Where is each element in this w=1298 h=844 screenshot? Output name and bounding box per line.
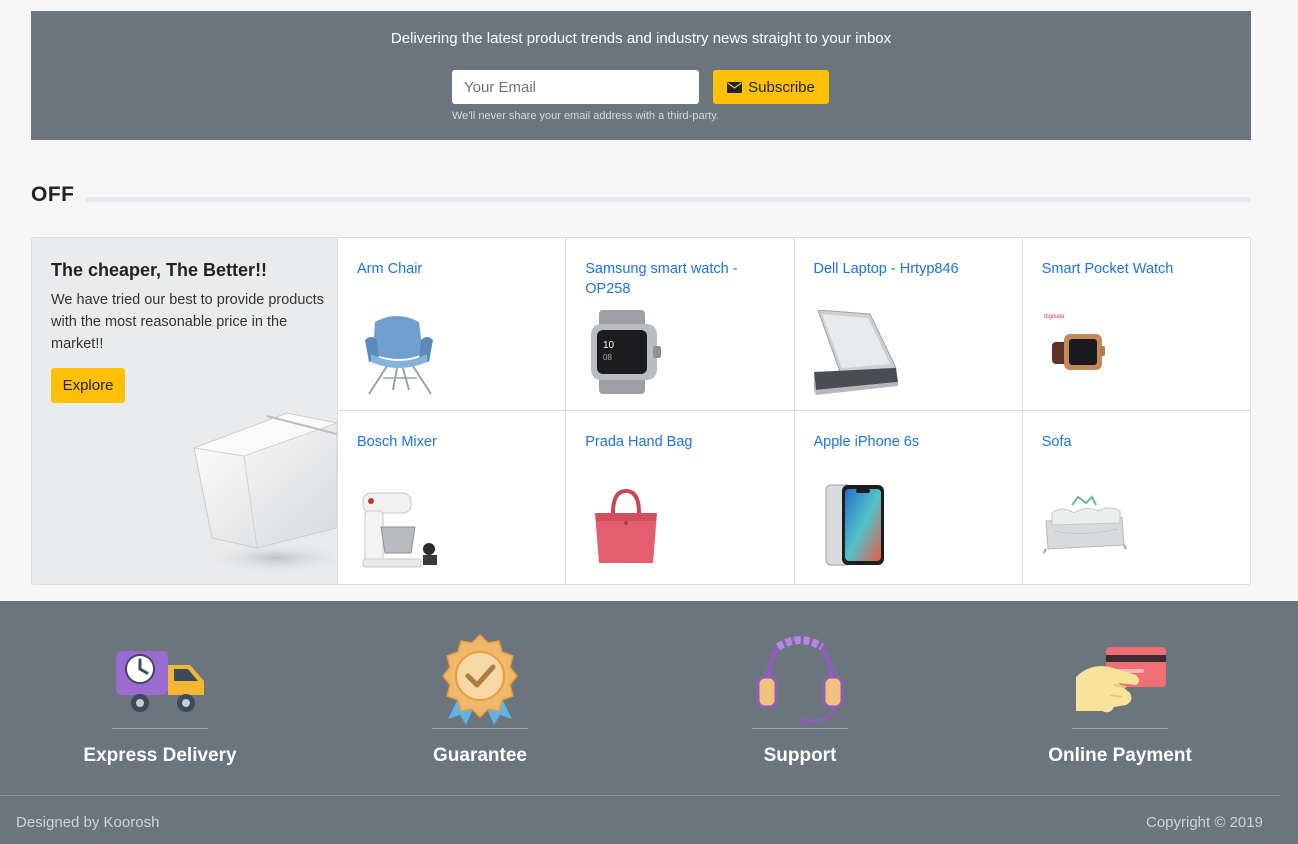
product-link[interactable]: Arm Chair bbox=[357, 259, 547, 279]
headset-icon bbox=[756, 636, 844, 725]
product-link[interactable]: Sofa bbox=[1042, 432, 1232, 452]
feature-rule bbox=[1072, 728, 1168, 729]
product-card[interactable]: Prada Hand Bag bbox=[565, 411, 794, 584]
feature-label: Online Payment bbox=[1048, 745, 1192, 766]
email-input[interactable] bbox=[452, 70, 699, 104]
feature-support: Support bbox=[640, 631, 960, 767]
toilet-image bbox=[192, 412, 337, 574]
feature-label: Express Delivery bbox=[83, 745, 237, 766]
feature-label: Guarantee bbox=[433, 745, 527, 766]
delivery-truck-icon bbox=[116, 651, 204, 712]
product-link[interactable]: Dell Laptop - Hrtyp846 bbox=[814, 259, 1004, 279]
subscribe-label: Subscribe bbox=[748, 78, 815, 96]
privacy-note: We'll never share your email address wit… bbox=[452, 110, 720, 122]
feature-label: Support bbox=[763, 745, 837, 766]
product-grid: Arm Chair Samsung smart watch - OP258 10… bbox=[337, 238, 1250, 584]
newsletter-headline: Delivering the latest product trends and… bbox=[390, 30, 892, 47]
guarantee-badge-icon bbox=[442, 633, 518, 725]
feature-rule bbox=[752, 728, 848, 729]
svg-text:08: 08 bbox=[603, 353, 612, 362]
hand-bag-image bbox=[595, 488, 658, 563]
iphone-image bbox=[825, 484, 884, 566]
product-link[interactable]: Samsung smart watch - OP258 bbox=[585, 259, 775, 299]
subscribe-button[interactable]: Subscribe bbox=[713, 70, 829, 104]
product-card[interactable]: Sofa bbox=[1021, 411, 1250, 584]
product-card[interactable]: Dell Laptop - Hrtyp846 bbox=[793, 238, 1022, 411]
newsletter-banner: Delivering the latest product trends and… bbox=[31, 11, 1251, 140]
feature-rule bbox=[432, 728, 528, 729]
feature-express-delivery: Express Delivery bbox=[0, 631, 320, 767]
feature-rule bbox=[112, 728, 208, 729]
product-card[interactable]: Arm Chair bbox=[337, 238, 566, 411]
svg-text:10: 10 bbox=[603, 340, 615, 351]
svg-text:digikala: digikala bbox=[1044, 314, 1065, 320]
product-card[interactable]: Samsung smart watch - OP258 10 08 bbox=[565, 238, 794, 411]
feature-guarantee: Guarantee bbox=[320, 631, 640, 767]
pocket-watch-image: digikala bbox=[1044, 314, 1105, 370]
mixer-image bbox=[362, 492, 437, 568]
footer-divider bbox=[0, 795, 1280, 796]
promo-title: The cheaper, The Better!! bbox=[51, 260, 268, 280]
product-link[interactable]: Prada Hand Bag bbox=[585, 432, 775, 452]
credit-card-icon bbox=[1076, 647, 1166, 713]
copyright-text: Copyright © 2019 bbox=[1146, 814, 1263, 831]
promo-text: We have tried our best to provide produc… bbox=[51, 292, 324, 352]
product-card[interactable]: Bosch Mixer bbox=[337, 411, 566, 584]
arm-chair-image bbox=[365, 316, 433, 395]
feature-online-payment: Online Payment bbox=[960, 631, 1280, 767]
smart-watch-image: 10 08 bbox=[591, 310, 662, 394]
envelope-icon bbox=[727, 81, 743, 93]
features-footer: Express Delivery Guarantee Support Onlin… bbox=[0, 601, 1298, 844]
sofa-image bbox=[1042, 495, 1127, 554]
designed-by-text: Designed by Koorosh bbox=[16, 814, 160, 831]
product-link[interactable]: Apple iPhone 6s bbox=[814, 432, 1004, 452]
promo-panel: The cheaper, The Better!! We have tried … bbox=[32, 238, 337, 584]
section-divider bbox=[85, 197, 1251, 202]
offer-box: The cheaper, The Better!! We have tried … bbox=[31, 237, 1251, 585]
section-title: OFF bbox=[31, 183, 75, 206]
laptop-image bbox=[813, 310, 898, 395]
product-card[interactable]: Smart Pocket Watch digikala bbox=[1021, 238, 1250, 411]
product-link[interactable]: Smart Pocket Watch bbox=[1042, 259, 1232, 279]
product-link[interactable]: Bosch Mixer bbox=[357, 432, 547, 452]
explore-button[interactable]: Explore bbox=[51, 368, 125, 403]
product-card[interactable]: Apple iPhone 6s bbox=[793, 411, 1022, 584]
